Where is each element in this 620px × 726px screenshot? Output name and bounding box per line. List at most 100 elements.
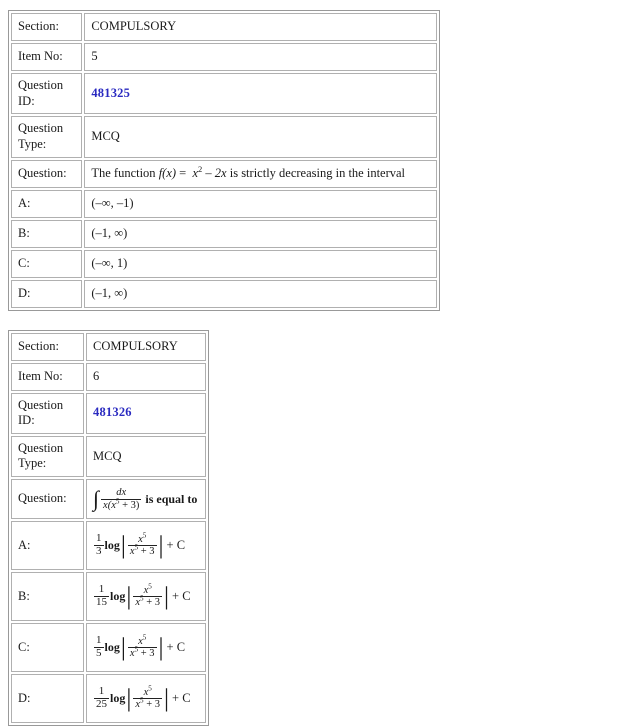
log-argument-fraction: x5x5 + 3 xyxy=(133,687,162,710)
label-question-type: Question Type: xyxy=(11,436,84,477)
absolute-bar-left: | xyxy=(121,538,126,554)
value-option-b: 115log|x5x5 + 3|+ C xyxy=(86,572,206,621)
table-row: Section: COMPULSORY xyxy=(11,333,206,361)
question-table-item-5: Section: COMPULSORY Item No: 5 Question … xyxy=(8,10,440,311)
log-argument-fraction: x5x5 + 3 xyxy=(133,585,162,608)
coefficient-fraction: 115 xyxy=(94,584,109,608)
value-section: COMPULSORY xyxy=(84,13,437,41)
log-arg-numerator: x5 xyxy=(128,636,157,648)
coefficient-fraction: 15 xyxy=(94,635,104,659)
value-option-a: (–∞, –1) xyxy=(84,190,437,218)
value-question-id-cell: 481326 xyxy=(86,393,206,434)
log-arg-denominator: x5 + 3 xyxy=(128,648,157,659)
integrand-fraction: dxx(x5 + 3) xyxy=(101,487,141,510)
label-question-id: Question ID: xyxy=(11,393,84,434)
label-question-type: Question Type: xyxy=(11,116,82,157)
absolute-bar-right: | xyxy=(164,589,169,605)
coefficient-fraction: 13 xyxy=(94,533,104,557)
absolute-bar-left: | xyxy=(126,589,131,605)
question-id-link[interactable]: 481325 xyxy=(91,86,130,100)
log-arg-denominator: x5 + 3 xyxy=(133,597,162,608)
function-notation: f(x) xyxy=(159,166,176,180)
value-item-no: 6 xyxy=(86,363,206,391)
value-option-c: (–∞, 1) xyxy=(84,250,437,278)
log-arg-numerator: x5 xyxy=(133,585,162,597)
denominator-suffix: + 3) xyxy=(119,500,139,511)
table-row: Section: COMPULSORY xyxy=(11,13,437,41)
value-option-a: 13log|x5x5 + 3|+ C xyxy=(86,521,206,570)
arg-num-exponent: 5 xyxy=(148,582,152,590)
table-row: A: (–∞, –1) xyxy=(11,190,437,218)
table-row: A: 13log|x5x5 + 3|+ C xyxy=(11,521,206,570)
integration-constant: + C xyxy=(167,640,186,656)
question-bank-page: Section: COMPULSORY Item No: 5 Question … xyxy=(0,0,620,601)
arg-den-tail: + 3 xyxy=(144,597,160,608)
arg-den-tail: + 3 xyxy=(138,546,154,557)
label-option-b: B: xyxy=(11,220,82,248)
log-argument-fraction: x5x5 + 3 xyxy=(128,534,157,557)
value-option-b: (–1, ∞) xyxy=(84,220,437,248)
table-row: Question Type: MCQ xyxy=(11,436,206,477)
absolute-bar-right: | xyxy=(159,538,164,554)
integration-constant: + C xyxy=(167,538,186,554)
label-section: Section: xyxy=(11,13,82,41)
value-question-integral: ∫dxx(x5 + 3) is equal to xyxy=(86,479,206,519)
value-question-id-cell: 481325 xyxy=(84,73,437,114)
question-id-link[interactable]: 481326 xyxy=(93,405,132,419)
table-row: B: (–1, ∞) xyxy=(11,220,437,248)
absolute-bar-left: | xyxy=(121,640,126,656)
table-row: C: (–∞, 1) xyxy=(11,250,437,278)
value-question-type: MCQ xyxy=(86,436,206,477)
label-item-no: Item No: xyxy=(11,363,84,391)
integral-trailing-text: is equal to xyxy=(145,492,197,507)
value-section: COMPULSORY xyxy=(86,333,206,361)
table-row: Question: The function f(x) = x2 – 2x is… xyxy=(11,160,437,188)
absolute-bar-right: | xyxy=(159,640,164,656)
log-argument-fraction: x5x5 + 3 xyxy=(128,636,157,659)
log-arg-numerator: x5 xyxy=(128,534,157,546)
log-label: log xyxy=(110,691,125,706)
label-question: Question: xyxy=(11,160,82,188)
coefficient-numerator: 1 xyxy=(94,635,104,648)
table-row: B: 115log|x5x5 + 3|+ C xyxy=(11,572,206,621)
label-option-d: D: xyxy=(11,280,82,308)
log-label: log xyxy=(105,640,120,655)
label-item-no: Item No: xyxy=(11,43,82,71)
label-option-c: C: xyxy=(11,250,82,278)
table-row: Question Type: MCQ xyxy=(11,116,437,157)
label-option-a: A: xyxy=(11,521,84,570)
coefficient-denominator: 3 xyxy=(94,546,104,558)
arg-num-exponent: 5 xyxy=(143,531,147,539)
table-row: Question: ∫dxx(x5 + 3)is equal to xyxy=(11,479,206,519)
value-option-c: 15log|x5x5 + 3|+ C xyxy=(86,623,206,672)
table-row: C: 15log|x5x5 + 3|+ C xyxy=(11,623,206,672)
equals-sign: = xyxy=(176,166,189,180)
table-row: D: (–1, ∞) xyxy=(11,280,437,308)
question-expression: The function f(x) = x2 – 2x is strictly … xyxy=(91,166,405,180)
label-option-a: A: xyxy=(11,190,82,218)
arg-den-tail: + 3 xyxy=(144,699,160,710)
log-arg-denominator: x5 + 3 xyxy=(133,699,162,710)
value-question-type: MCQ xyxy=(84,116,437,157)
option-d-expression: 125log|x5x5 + 3|+ C xyxy=(93,690,191,704)
denominator-prefix: x(x xyxy=(103,500,116,511)
option-c-expression: 15log|x5x5 + 3|+ C xyxy=(93,639,185,653)
question-trail: is strictly decreasing in the interval xyxy=(227,166,405,180)
coefficient-denominator: 25 xyxy=(94,699,109,711)
integrand-denominator: x(x5 + 3) xyxy=(101,500,141,511)
coefficient-denominator: 15 xyxy=(94,597,109,609)
table-row: Item No: 6 xyxy=(11,363,206,391)
coefficient-fraction: 125 xyxy=(94,686,109,710)
log-arg-denominator: x5 + 3 xyxy=(128,546,157,557)
value-item-no: 5 xyxy=(84,43,437,71)
integration-constant: + C xyxy=(172,691,191,707)
integrand-numerator: dx xyxy=(101,487,141,499)
option-a-expression: 13log|x5x5 + 3|+ C xyxy=(93,537,185,551)
table-row: Question ID: 481325 xyxy=(11,73,437,114)
arg-num-exponent: 5 xyxy=(143,633,147,641)
log-label: log xyxy=(110,589,125,604)
table-row: Question ID: 481326 xyxy=(11,393,206,434)
integration-constant: + C xyxy=(172,589,191,605)
integral-sign: ∫ xyxy=(93,491,99,506)
value-option-d: (–1, ∞) xyxy=(84,280,437,308)
